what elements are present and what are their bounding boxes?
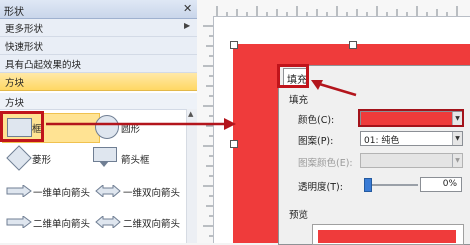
arrowhead-icon xyxy=(224,118,236,130)
arrow-to-fill-tab xyxy=(315,81,357,97)
annotation-arrows xyxy=(46,80,357,130)
